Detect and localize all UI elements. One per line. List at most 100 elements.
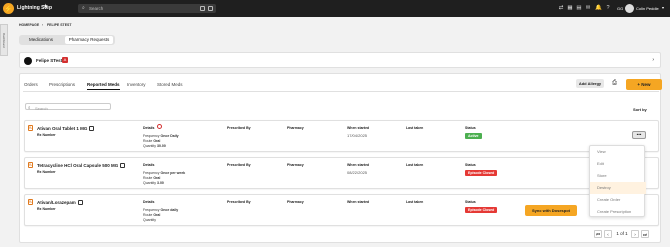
col-pharmacy: Pharmacy xyxy=(287,126,304,130)
next-page-button[interactable]: › xyxy=(631,230,639,238)
col-pharmacy: Pharmacy xyxy=(287,200,304,204)
menu-item-create-order[interactable]: Create Order xyxy=(590,194,646,206)
pill-icon xyxy=(89,126,95,132)
med-quantity: Quantity 30.00 xyxy=(143,144,166,148)
col-pharmacy: Pharmacy xyxy=(287,163,304,167)
menu-item-view[interactable]: View xyxy=(590,146,646,158)
status-badge: Episode Closed xyxy=(465,170,498,176)
col-details: Details xyxy=(143,200,155,204)
list-search-input[interactable]: ⌕ Search xyxy=(25,103,111,111)
pill-icon xyxy=(77,200,83,206)
tab-stored-meds[interactable]: Stored Meds xyxy=(157,82,183,87)
tab-pharmacy-requests[interactable]: Pharmacy Requests xyxy=(65,36,113,44)
med-card: ℞ Ativan Oral Tablet 1 MG Rx Number Deta… xyxy=(24,120,659,152)
sort-by-button[interactable]: Sort by xyxy=(633,107,647,112)
prescription-icon: ℞ xyxy=(28,125,33,131)
med-route: Route Oral xyxy=(143,176,161,180)
menu-item-edit[interactable]: Edit xyxy=(590,158,646,170)
menu-item-destroy[interactable]: Destroy xyxy=(590,182,646,194)
med-route: Route Oral xyxy=(143,213,161,217)
add-allergy-button[interactable]: Add Allergy xyxy=(576,79,604,88)
med-quantity: Quantity xyxy=(143,218,157,222)
patient-banner[interactable]: Felipe STest A › xyxy=(19,52,661,68)
col-prescribed-by: Prescribed By xyxy=(227,126,251,130)
pill-icon xyxy=(120,163,126,169)
col-prescribed-by: Prescribed By xyxy=(227,163,251,167)
calendar-icon[interactable]: ▦ xyxy=(567,5,573,11)
tab-prescriptions[interactable]: Prescriptions xyxy=(49,82,75,87)
status-badge: Episode Closed xyxy=(465,207,498,213)
col-details: Details xyxy=(143,163,155,167)
med-name: Ativan/Lorazepam xyxy=(37,200,83,206)
med-card: ℞ Tetracycline HCl Oral Capsule 500 MG R… xyxy=(24,157,659,189)
tab-reported-meds[interactable]: Reported Meds xyxy=(87,82,120,90)
prescription-icon: ℞ xyxy=(28,162,33,168)
scan-icon[interactable] xyxy=(200,6,205,11)
search-icon: ⌕ xyxy=(28,104,31,110)
side-drawer-tab[interactable]: Dashboard xyxy=(0,24,8,56)
bell-icon[interactable]: 🔔 xyxy=(595,5,602,11)
col-status: Status xyxy=(465,126,476,130)
list-search-placeholder: Search xyxy=(35,105,48,111)
col-when-started: When started xyxy=(347,126,370,130)
search-icon: ⌕ xyxy=(82,5,85,11)
col-when-started: When started xyxy=(347,163,370,167)
col-last-taken: Last taken xyxy=(406,200,424,204)
new-button[interactable]: + New xyxy=(626,79,662,90)
link-icon[interactable]: ⇄ xyxy=(558,5,564,11)
app-logo[interactable]: ⚡ xyxy=(3,3,14,14)
rx-number: Rx Number xyxy=(37,207,56,211)
print-icon[interactable]: ⎙ xyxy=(610,79,619,88)
help-icon[interactable]: ? xyxy=(605,5,611,11)
status-badge: Active xyxy=(465,133,482,139)
chevron-right-icon[interactable]: › xyxy=(652,57,654,63)
col-when-started: When started xyxy=(347,200,370,204)
breadcrumb-patient: FELIPE STEST xyxy=(47,23,72,27)
global-search-placeholder: Search xyxy=(89,6,104,11)
col-prescribed-by: Prescribed By xyxy=(227,200,251,204)
prev-page-button[interactable]: ‹ xyxy=(604,230,612,238)
med-name: Ativan Oral Tablet 1 MG xyxy=(37,126,95,132)
rx-number: Rx Number xyxy=(37,170,56,174)
user-avatar[interactable] xyxy=(625,4,634,13)
med-route: Route Oral xyxy=(143,139,161,143)
more-actions-button[interactable]: ••• xyxy=(632,131,646,139)
med-frequency: Frequency Once daily xyxy=(143,208,179,212)
med-frequency: Frequency Once Daily xyxy=(143,134,179,138)
breadcrumb-separator: › xyxy=(42,23,44,27)
user-initials: GG xyxy=(617,6,624,11)
tab-divider xyxy=(23,91,659,92)
menu-item-create-prescription[interactable]: Create Prescription xyxy=(590,206,646,218)
med-name: Tetracycline HCl Oral Capsule 500 MG xyxy=(37,163,126,169)
barcode-icon[interactable] xyxy=(208,6,213,11)
message-icon[interactable]: ✉ xyxy=(585,5,591,11)
grid-icon[interactable]: ▤ xyxy=(576,5,582,11)
last-page-button[interactable]: ⏭ xyxy=(641,230,649,238)
actions-menu: View Edit Store Destroy Create Order Cre… xyxy=(589,145,646,218)
favorite-icon[interactable]: ★ xyxy=(43,3,48,10)
patient-avatar xyxy=(24,57,32,65)
med-frequency: Frequency Once per week xyxy=(143,171,186,175)
med-quantity: Quantity 3.00 xyxy=(143,181,164,185)
global-search-input[interactable]: ⌕ Search xyxy=(78,4,216,13)
prescription-icon: ℞ xyxy=(28,199,33,205)
first-page-button[interactable]: ⏮ xyxy=(594,230,602,238)
medications-panel: Orders Prescriptions Reported Meds Inven… xyxy=(19,73,662,243)
user-name[interactable]: Colin Peddle xyxy=(636,6,659,11)
col-status: Status xyxy=(465,200,476,204)
menu-item-store[interactable]: Store xyxy=(590,170,646,182)
patient-flag-badge: A xyxy=(62,57,68,63)
tab-inventory[interactable]: Inventory xyxy=(127,82,146,87)
col-last-taken: Last taken xyxy=(406,126,424,130)
tab-medications[interactable]: Medications xyxy=(21,36,61,44)
patient-name: Felipe STest xyxy=(36,58,63,63)
breadcrumb-home[interactable]: HOMEPAGE xyxy=(19,23,39,27)
chevron-down-icon[interactable]: ▾ xyxy=(662,5,664,10)
tab-orders[interactable]: Orders xyxy=(24,82,38,87)
med-card: ℞ Ativan/Lorazepam Rx Number Details Pre… xyxy=(24,194,659,226)
clock-icon xyxy=(157,124,162,129)
side-drawer-label: Dashboard xyxy=(2,33,6,48)
col-details: Details xyxy=(143,126,155,130)
sync-dosespot-button[interactable]: Sync with Dosespot xyxy=(525,205,577,216)
med-started: 17/04/2025 xyxy=(347,133,368,138)
